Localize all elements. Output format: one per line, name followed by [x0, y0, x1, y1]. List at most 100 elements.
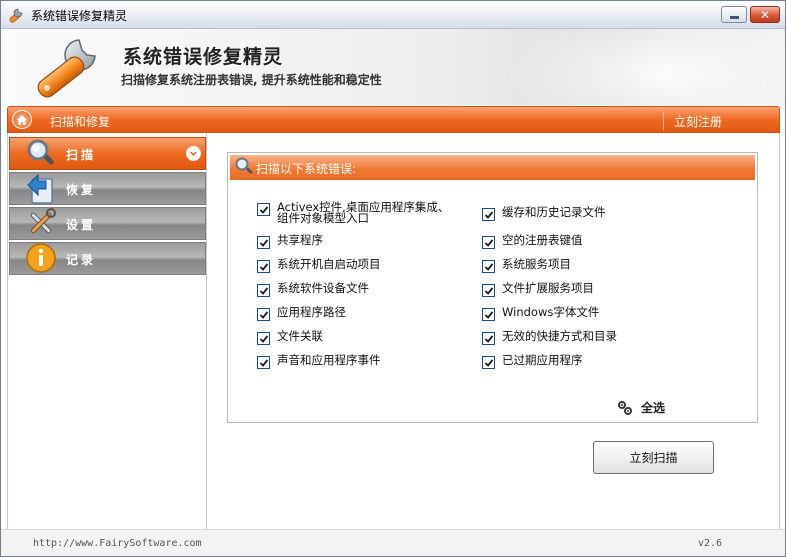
checkbox[interactable]	[257, 308, 270, 321]
nav-bar: 扫描和修复 立刻注册	[7, 106, 780, 133]
sidebar: 扫描 恢复 设置 记录	[9, 137, 206, 277]
option-label: 已过期应用程序	[502, 353, 583, 367]
checkbox[interactable]	[482, 308, 495, 321]
nav-separator	[663, 110, 664, 130]
sidebar-item-label: 记录	[66, 253, 97, 267]
wrench-logo-icon	[37, 39, 96, 98]
app-title: 系统错误修复精灵	[123, 46, 284, 68]
option-file-associations[interactable]: 文件关联	[257, 329, 323, 345]
sidebar-item-scan[interactable]: 扫描	[9, 137, 206, 170]
app-subtitle: 扫描修复系统注册表错误, 提升系统性能和稳定性	[121, 73, 382, 87]
checkbox[interactable]	[482, 208, 495, 221]
minimize-button[interactable]	[721, 6, 747, 23]
website-link[interactable]: http://www.FairySoftware.com	[33, 538, 202, 549]
option-label: 系统软件设备文件	[277, 281, 369, 295]
chevron-down-icon[interactable]	[186, 146, 201, 161]
magnifier-icon	[235, 157, 253, 174]
sidebar-item-label: 恢复	[66, 183, 97, 197]
check-icon	[484, 262, 493, 271]
header-banner: 系统错误修复精灵 扫描修复系统注册表错误, 提升系统性能和稳定性	[1, 29, 785, 105]
option-label: Windows字体文件	[502, 305, 600, 319]
option-label-line2: 组件对象模型入口	[277, 211, 369, 225]
check-icon	[259, 262, 268, 271]
check-icon	[484, 286, 493, 295]
check-icon	[259, 334, 268, 343]
option-label: 缓存和历史记录文件	[502, 205, 606, 219]
option-label: 共享程序	[277, 233, 323, 247]
option-label: 应用程序路径	[277, 305, 346, 319]
sidebar-item-log[interactable]: 记录	[9, 242, 206, 275]
scan-now-button[interactable]: 立刻扫描	[593, 441, 714, 474]
option-device-files[interactable]: 系统软件设备文件	[257, 281, 369, 297]
checkbox[interactable]	[257, 284, 270, 297]
panel-header-text: 扫描以下系统错误:	[256, 162, 357, 176]
checkbox[interactable]	[257, 356, 270, 369]
tools-icon	[30, 208, 56, 234]
option-label: 系统服务项目	[502, 257, 571, 271]
gears-icon	[618, 400, 632, 415]
minimize-icon	[729, 16, 739, 19]
option-obsolete-apps[interactable]: 已过期应用程序	[482, 353, 583, 369]
checkbox[interactable]	[257, 236, 270, 249]
option-system-services[interactable]: 系统服务项目	[482, 257, 571, 273]
check-icon	[484, 238, 493, 247]
check-icon	[259, 358, 268, 367]
check-icon	[259, 205, 268, 214]
option-startup-items[interactable]: 系统开机自启动项目	[257, 257, 381, 273]
option-sound-events[interactable]: 声音和应用程序事件	[257, 353, 381, 369]
option-windows-fonts[interactable]: Windows字体文件	[482, 305, 600, 321]
sidebar-item-settings[interactable]: 设置	[9, 207, 206, 240]
option-label: 系统开机自启动项目	[277, 257, 381, 271]
version-label: v2.6	[698, 538, 723, 549]
sidebar-item-label: 扫描	[66, 148, 97, 162]
check-icon	[484, 310, 493, 319]
checkbox[interactable]	[482, 356, 495, 369]
check-icon	[484, 358, 493, 367]
option-app-paths[interactable]: 应用程序路径	[257, 305, 346, 321]
checkbox[interactable]	[482, 332, 495, 345]
sidebar-item-label: 设置	[66, 218, 97, 232]
window-title: 系统错误修复精灵	[31, 9, 128, 23]
checkbox[interactable]	[482, 260, 495, 273]
sidebar-item-restore[interactable]: 恢复	[9, 172, 206, 205]
nav-section-title: 扫描和修复	[50, 115, 111, 129]
option-label: 无效的快捷方式和目录	[502, 329, 617, 343]
option-extension-services[interactable]: 文件扩展服务项目	[482, 281, 594, 297]
panel-header: 扫描以下系统错误:	[230, 155, 755, 180]
close-icon: ✕	[759, 7, 771, 22]
option-activex[interactable]: Activex控件,桌面应用程序集成、 组件对象模型入口	[257, 201, 449, 225]
close-button[interactable]: ✕	[750, 6, 780, 23]
check-icon	[484, 334, 493, 343]
option-invalid-shortcuts[interactable]: 无效的快捷方式和目录	[482, 329, 617, 345]
check-icon	[259, 238, 268, 247]
option-shared-programs[interactable]: 共享程序	[257, 233, 323, 249]
option-cache-history[interactable]: 缓存和历史记录文件	[482, 205, 606, 221]
restore-icon	[27, 173, 53, 204]
checkbox[interactable]	[257, 332, 270, 345]
info-icon	[26, 243, 56, 273]
title-bar[interactable]: 系统错误修复精灵 ✕	[1, 1, 785, 29]
sidebar-divider	[206, 133, 207, 529]
checkbox[interactable]	[257, 260, 270, 273]
option-label: 文件关联	[277, 329, 323, 343]
check-icon	[484, 210, 493, 219]
status-bar: http://www.FairySoftware.com v2.6	[1, 529, 785, 556]
magnifier-icon	[27, 139, 54, 165]
wrench-app-icon	[9, 8, 23, 23]
option-label: 文件扩展服务项目	[502, 281, 594, 295]
option-label: 空的注册表键值	[502, 233, 583, 247]
select-all-button[interactable]: 全选	[617, 399, 665, 416]
check-icon	[259, 286, 268, 295]
checkbox[interactable]	[257, 203, 270, 216]
select-all-label: 全选	[641, 401, 666, 415]
register-link[interactable]: 立刻注册	[674, 113, 722, 130]
banner-decoration	[505, 29, 785, 105]
checkbox[interactable]	[482, 236, 495, 249]
check-icon	[259, 310, 268, 319]
option-empty-keys[interactable]: 空的注册表键值	[482, 233, 583, 249]
home-button[interactable]	[12, 110, 32, 129]
home-icon	[17, 114, 27, 125]
checkbox[interactable]	[482, 284, 495, 297]
app-window: 系统错误修复精灵 ✕ 系统错误修复精灵 扫描修复系统注册表错误, 提升系统性能和…	[0, 0, 786, 557]
option-label: 声音和应用程序事件	[277, 353, 381, 367]
